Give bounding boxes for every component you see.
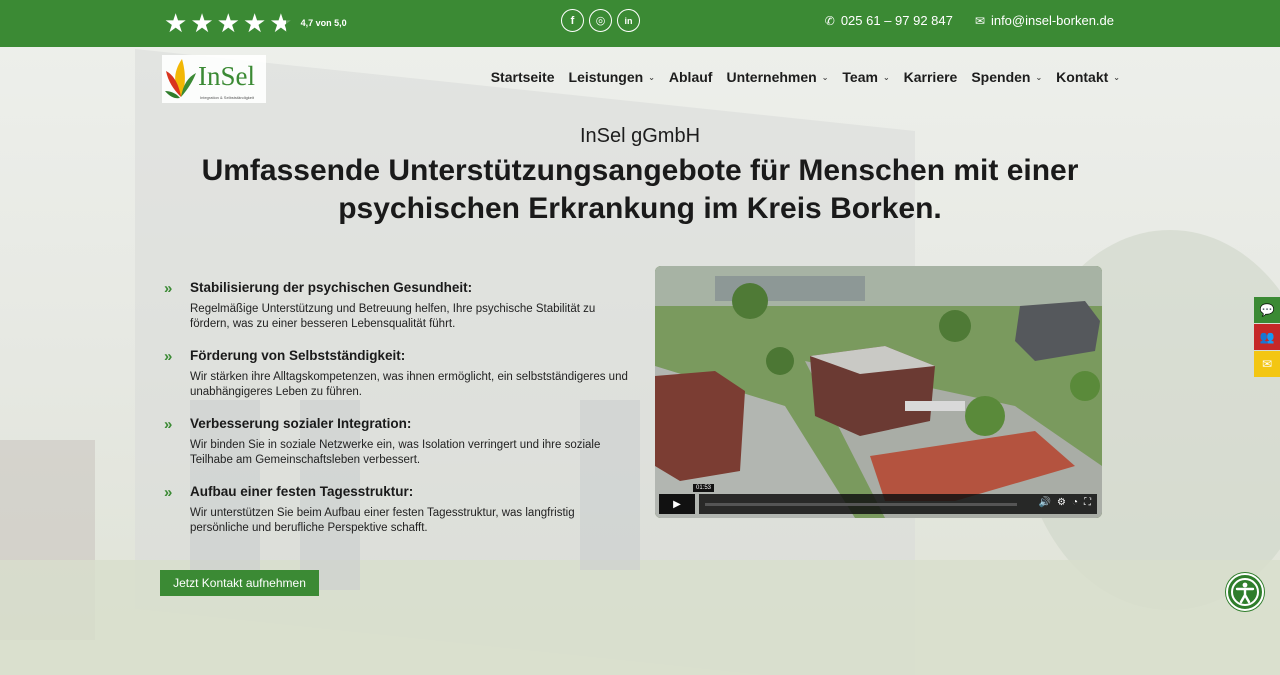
chevron-down-icon: ⌄ xyxy=(1035,72,1043,82)
list-item: » Förderung von Selbstständigkeit: Wir s… xyxy=(164,348,634,416)
fullscreen-icon[interactable]: ⛶ xyxy=(1084,497,1091,508)
play-button[interactable]: ▶ xyxy=(659,494,695,514)
benefit-description: Wir binden Sie in soziale Netzwerke ein,… xyxy=(190,439,601,466)
video-thumbnail xyxy=(655,266,1102,518)
benefit-title: Verbesserung sozialer Integration: xyxy=(190,416,412,431)
logo-tagline: Integration & Selbstständigkeit xyxy=(200,95,255,100)
linkedin-icon[interactable]: in xyxy=(617,9,640,32)
benefit-description: Regelmäßige Unterstützung und Betreuung … xyxy=(190,303,596,330)
hero-eyebrow: InSel gGmbH xyxy=(579,125,701,147)
chevron-down-icon: ⌄ xyxy=(882,72,890,82)
nav-label: Team xyxy=(842,69,878,85)
email-address: info@insel-borken.de xyxy=(990,13,1114,28)
video-progress-bar[interactable]: 🔊 ⚙ ◔ ⛶ xyxy=(699,494,1097,514)
double-chevron-right-icon: » xyxy=(164,484,173,501)
nav-label: Karriere xyxy=(903,69,958,85)
star-icon: ★ xyxy=(216,8,240,38)
mail-icon[interactable]: ✉ xyxy=(1254,351,1280,377)
nav-label: Spenden xyxy=(971,69,1031,85)
star-icon: ★ xyxy=(164,8,188,38)
star-icon: ★ xyxy=(190,8,214,38)
video-time: 01:53 xyxy=(693,484,715,492)
benefit-title: Förderung von Selbstständigkeit: xyxy=(190,348,406,363)
nav-label: Leistungen xyxy=(568,69,644,85)
nav-item-karriere[interactable]: Karriere xyxy=(904,69,958,85)
nav-label: Unternehmen xyxy=(726,69,817,85)
phone-number: 025 61 – 97 92 847 xyxy=(840,13,953,28)
volume-icon[interactable]: 🔊 xyxy=(1039,497,1051,508)
logo-brand-text: InSel xyxy=(198,61,255,91)
nav-item-startseite[interactable]: Startseite xyxy=(491,69,555,85)
side-widgets: 💬 👥 ✉ xyxy=(1254,297,1280,378)
benefit-description: Wir unterstützen Sie beim Aufbau einer f… xyxy=(190,507,575,534)
video-track[interactable] xyxy=(705,503,1017,506)
people-icon[interactable]: 👥 xyxy=(1254,324,1280,350)
social-links: f ◎ in xyxy=(561,9,640,32)
nav-label: Kontakt xyxy=(1056,69,1109,85)
main-nav: Startseite Leistungen ⌄ Ablauf Unternehme… xyxy=(491,69,1120,85)
facebook-icon[interactable]: f xyxy=(561,9,584,32)
double-chevron-right-icon: » xyxy=(164,348,173,365)
nav-item-ablauf[interactable]: Ablauf xyxy=(669,69,713,85)
email-link[interactable]: ✉ info@insel-borken.de xyxy=(975,13,1114,28)
list-item: » Stabilisierung der psychischen Gesundh… xyxy=(164,280,634,348)
chevron-down-icon: ⌄ xyxy=(648,72,655,82)
double-chevron-right-icon: » xyxy=(164,280,173,297)
page-title: Umfassende Unterstützungsangebote für Me… xyxy=(201,154,1079,225)
accessibility-button[interactable] xyxy=(1226,573,1264,611)
rating[interactable]: ★ ★ ★ ★ ★ 4,7 von 5,0 xyxy=(164,10,347,36)
phone-link[interactable]: ✆ 025 61 – 97 92 847 xyxy=(825,13,953,28)
star-icon: ★ xyxy=(242,8,267,38)
mail-icon: ✉ xyxy=(974,14,985,28)
nav-label: Ablauf xyxy=(668,69,713,85)
double-chevron-right-icon: » xyxy=(164,416,173,433)
chat-icon[interactable]: 💬 xyxy=(1254,297,1280,323)
benefits-list: » Stabilisierung der psychischen Gesundh… xyxy=(164,280,634,552)
benefit-description: Wir stärken ihre Alltagskompetenzen, was… xyxy=(190,371,628,398)
contact-info: ✆ 025 61 – 97 92 847 ✉ info@insel-borken.d… xyxy=(825,13,1114,28)
accessibility-icon xyxy=(1231,578,1259,606)
video-player[interactable]: 01:53 ▶ 🔊 ⚙ ◔ ⛶ xyxy=(655,266,1102,518)
benefit-title: Stabilisierung der psychischen Gesundhei… xyxy=(190,280,473,295)
contact-cta-button[interactable]: Jetzt Kontakt aufnehmen xyxy=(160,570,319,596)
top-bar: ★ ★ ★ ★ ★ 4,7 von 5,0 f ◎ in ✆ 025 61 – 9… xyxy=(0,0,1280,47)
half-star-icon: ★ xyxy=(269,8,293,38)
nav-label: Startseite xyxy=(490,69,555,85)
site-header: InSel Integration & Selbstständigkeit St… xyxy=(0,47,1280,109)
video-tool-icons: 🔊 ⚙ ◔ ⛶ xyxy=(1039,497,1091,508)
nav-item-unternehmen[interactable]: Unternehmen ⌄ xyxy=(726,69,828,85)
nav-item-kontakt[interactable]: Kontakt ⌄ xyxy=(1056,69,1120,85)
video-controls: ▶ 🔊 ⚙ ◔ ⛶ xyxy=(659,494,1097,514)
nav-item-leistungen[interactable]: Leistungen ⌄ xyxy=(569,69,655,85)
benefit-title: Aufbau einer festen Tagesstruktur: xyxy=(190,484,414,499)
chevron-down-icon: ⌄ xyxy=(821,72,829,82)
logo-leaves-icon xyxy=(165,59,196,99)
site-logo[interactable]: InSel Integration & Selbstständigkeit xyxy=(162,55,266,103)
settings-icon[interactable]: ⚙ xyxy=(1057,497,1066,508)
nav-item-spenden[interactable]: Spenden ⌄ xyxy=(971,69,1042,85)
play-icon: ▶ xyxy=(673,498,681,510)
nav-item-team[interactable]: Team ⌄ xyxy=(842,69,889,85)
rating-text: 4,7 von 5,0 xyxy=(300,18,347,28)
chevron-down-icon: ⌄ xyxy=(1113,72,1120,82)
list-item: » Verbesserung sozialer Integration: Wir… xyxy=(164,416,634,484)
list-item: » Aufbau einer festen Tagesstruktur: Wir… xyxy=(164,484,634,552)
cast-icon[interactable]: ◔ xyxy=(1072,497,1078,508)
phone-icon: ✆ xyxy=(824,14,835,28)
instagram-icon[interactable]: ◎ xyxy=(589,9,612,32)
